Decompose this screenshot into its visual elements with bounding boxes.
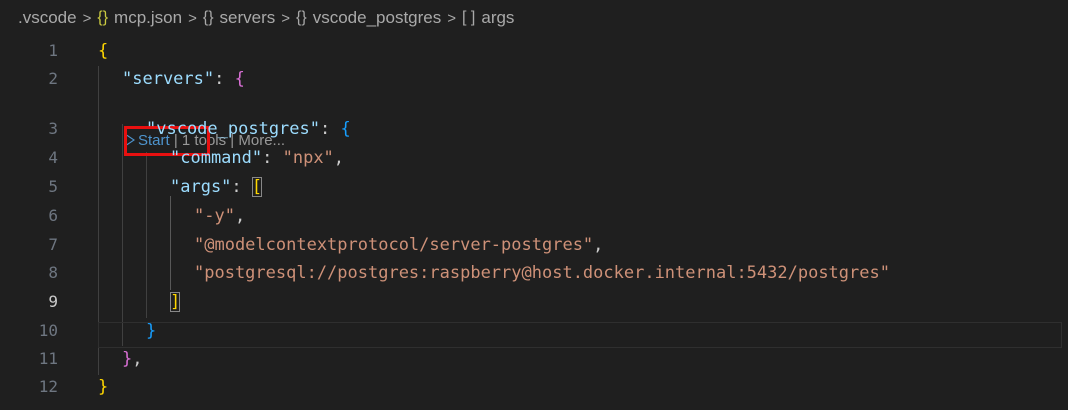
bracket-open: [ [251, 176, 263, 197]
brace-open: { [340, 118, 351, 139]
json-file-icon: {} [97, 9, 109, 26]
line-number: 7 [48, 235, 58, 254]
array-icon: [ ] [462, 9, 476, 26]
breadcrumb-item-mcp-json[interactable]: {} mcp.json [97, 8, 182, 28]
code-line: 7 "@modelcontextprotocol/server-postgres… [0, 230, 1068, 259]
chevron-right-icon: > [281, 9, 291, 27]
code-line: 11 }, [0, 344, 1068, 373]
colon: : [231, 176, 252, 197]
line-number: 10 [38, 321, 58, 340]
code-line: 4 "command": "npx", [0, 143, 1068, 172]
code-text: { [98, 36, 108, 65]
json-key: "args" [170, 176, 232, 197]
code-line: 10 } [0, 316, 1068, 345]
line-number: 9 [48, 292, 58, 311]
code-line: 2 "servers": { [0, 64, 1068, 93]
colon: : [320, 118, 341, 139]
brace-close: } [146, 320, 157, 341]
line-number: 2 [48, 69, 58, 88]
code-line: 1 { [0, 36, 1068, 65]
brace-open: { [98, 40, 109, 61]
code-text: } [98, 372, 108, 401]
code-text: "@modelcontextprotocol/server-postgres", [194, 230, 603, 259]
code-line: 8 "postgresql://postgres:raspberry@host.… [0, 258, 1068, 287]
code-text: "command": "npx", [170, 143, 344, 172]
json-string: "postgresql://postgres:raspberry@host.do… [194, 262, 890, 283]
colon: : [262, 147, 283, 168]
line-number: 4 [48, 148, 58, 167]
code-text: "postgresql://postgres:raspberry@host.do… [194, 258, 890, 287]
breadcrumb-label: servers [219, 8, 276, 27]
json-string: "-y" [194, 205, 235, 226]
line-number: 8 [48, 263, 58, 282]
code-line: 9 ] [0, 287, 1068, 316]
comma: , [593, 234, 604, 255]
breadcrumb-label: mcp.json [114, 8, 183, 27]
line-number: 1 [48, 41, 58, 60]
code-text: "servers": { [122, 64, 245, 93]
json-key: "command" [170, 147, 263, 168]
brace-close: } [122, 348, 133, 369]
comma: , [333, 147, 345, 168]
code-line: 12 } [0, 372, 1068, 401]
code-text: "vscode_postgres": { [146, 114, 351, 143]
object-icon: {} [202, 9, 214, 26]
line-number: 5 [48, 177, 58, 196]
brace-close: } [98, 376, 109, 397]
comma: , [234, 205, 246, 226]
colon: : [214, 68, 235, 89]
breadcrumb-label: args [481, 8, 515, 27]
line-number: 3 [48, 119, 58, 138]
json-key: "vscode_postgres" [146, 118, 320, 139]
json-string: "npx" [282, 147, 334, 168]
code-text: "args": [ [170, 172, 263, 201]
line-number: 11 [38, 349, 58, 368]
object-icon: {} [296, 9, 307, 26]
breadcrumb-label: vscode_postgres [312, 8, 442, 27]
code-line: 5 "args": [ [0, 172, 1068, 201]
json-key: "servers" [122, 68, 215, 89]
code-line: 6 "-y", [0, 201, 1068, 230]
code-text: "-y", [194, 201, 245, 230]
code-text: ] [170, 287, 181, 316]
breadcrumb-label: .vscode [18, 8, 77, 27]
code-line: 3 "vscode_postgres": { [0, 114, 1068, 143]
bracket-close: ] [170, 291, 181, 312]
comma: , [132, 348, 143, 369]
breadcrumb: .vscode > {} mcp.json > {} servers > {} … [0, 0, 1068, 36]
code-text: } [146, 316, 156, 345]
line-number: 12 [38, 377, 58, 396]
code-editor[interactable]: 1 { 2 "servers": { Start | 1 tools | Mor… [0, 36, 1068, 410]
breadcrumb-item-servers[interactable]: {} servers [203, 8, 275, 28]
json-string: "@modelcontextprotocol/server-postgres" [194, 234, 594, 255]
line-number: 6 [48, 206, 58, 225]
breadcrumb-item-vscode-postgres[interactable]: {} vscode_postgres [296, 8, 441, 28]
brace-open: { [234, 68, 245, 89]
code-text: }, [122, 344, 143, 373]
chevron-right-icon: > [82, 9, 92, 27]
breadcrumb-item-args[interactable]: [ ] args [462, 8, 514, 28]
chevron-right-icon: > [447, 9, 457, 27]
breadcrumb-item-vscode-folder[interactable]: .vscode [18, 8, 77, 28]
chevron-right-icon: > [188, 9, 197, 27]
